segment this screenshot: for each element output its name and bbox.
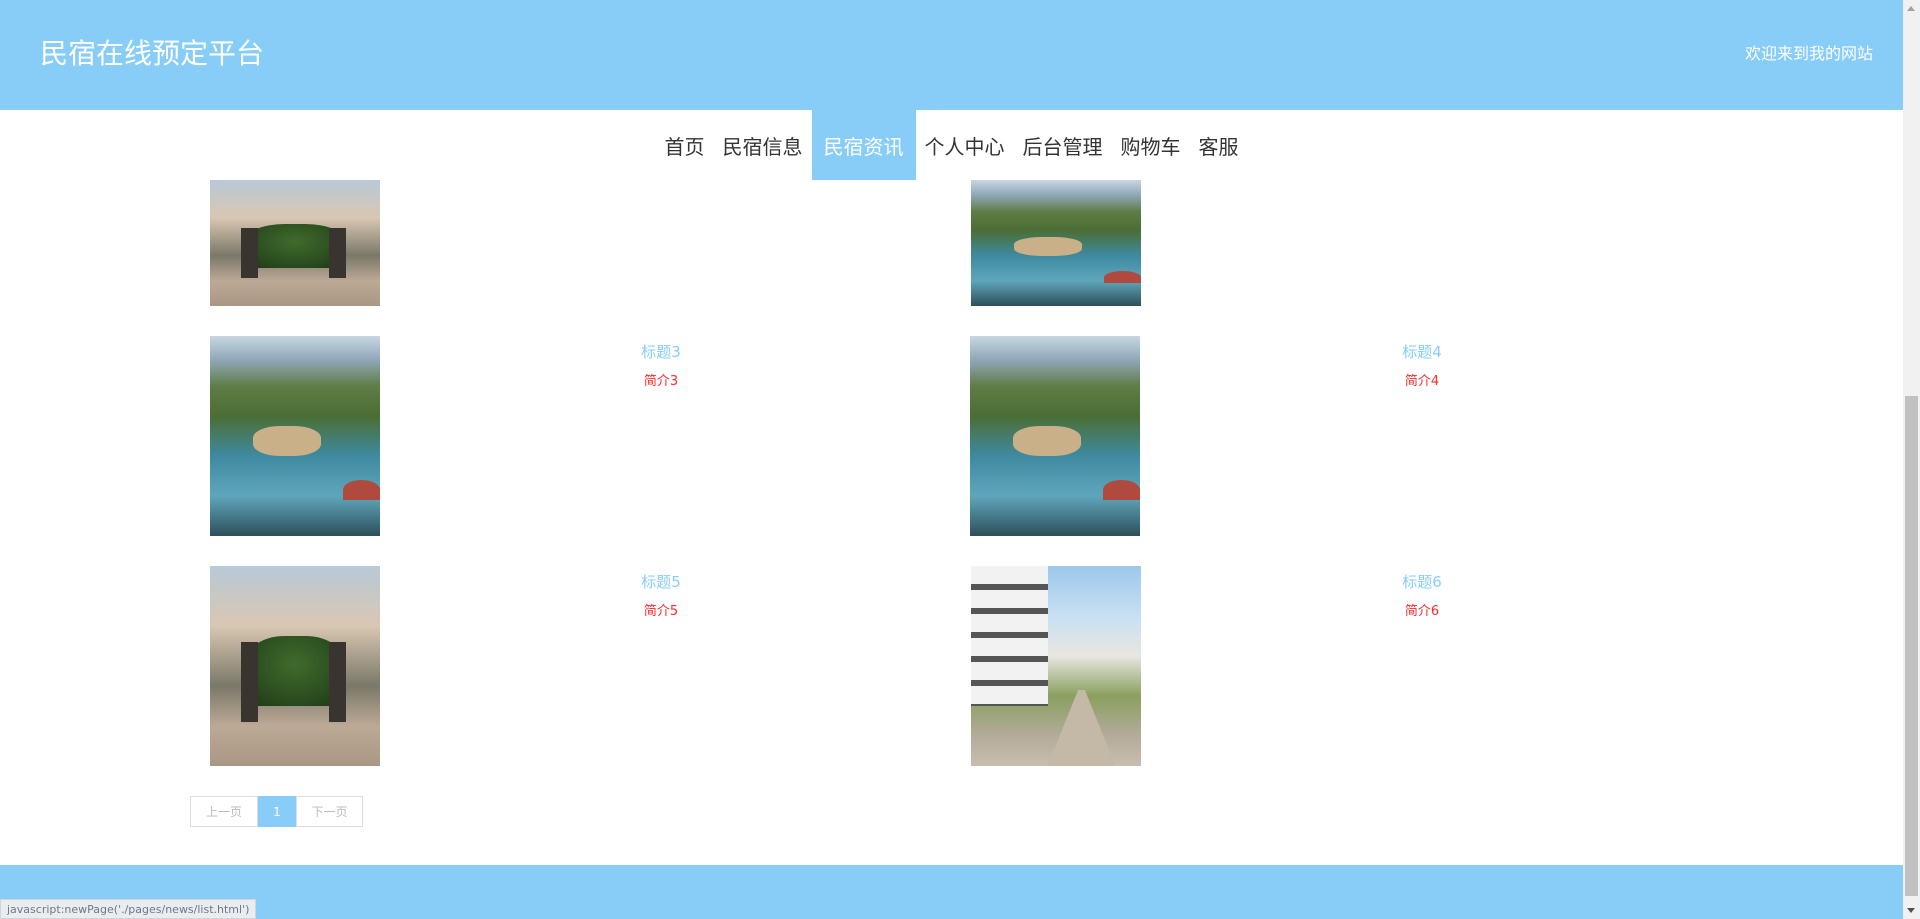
news-title-3[interactable]: 标题3	[611, 343, 711, 361]
news-title-4[interactable]: 标题4	[1372, 343, 1472, 361]
news-summary-3: 简介3	[643, 374, 679, 389]
nav-item-home[interactable]: 首页	[656, 110, 714, 180]
scroll-down-arrow-icon[interactable]	[1907, 908, 1915, 913]
news-title-6[interactable]: 标题6	[1372, 573, 1472, 591]
news-image-6[interactable]	[971, 566, 1141, 766]
next-page-button[interactable]: 下一页	[296, 796, 363, 827]
news-image-2[interactable]	[971, 180, 1141, 306]
news-image-3[interactable]	[210, 336, 380, 536]
browser-status-bar: javascript:newPage('./pages/news/list.ht…	[0, 899, 257, 919]
welcome-text: 欢迎来到我的网站	[1744, 44, 1873, 63]
nav-item-homestay-news[interactable]: 民宿资讯	[811, 110, 916, 180]
scroll-up-arrow-icon[interactable]	[1907, 6, 1915, 11]
site-header: 民宿在线预定平台 欢迎来到我的网站	[0, 0, 1903, 110]
nav-item-cart[interactable]: 购物车	[1112, 110, 1190, 180]
nav-item-homestay-info[interactable]: 民宿信息	[714, 110, 812, 180]
page-number-button[interactable]: 1	[258, 796, 296, 827]
pagination: 上一页 1 下一页	[190, 796, 363, 827]
nav-item-admin[interactable]: 后台管理	[1014, 110, 1112, 180]
vertical-scrollbar[interactable]	[1903, 0, 1920, 919]
news-image-5[interactable]	[210, 566, 380, 766]
page: 民宿在线预定平台 欢迎来到我的网站 首页 民宿信息 民宿资讯 个人中心 后台管理…	[0, 0, 1920, 919]
nav-item-customer-service[interactable]: 客服	[1190, 110, 1248, 180]
news-summary-5: 简介5	[643, 604, 679, 619]
main-nav: 首页 民宿信息 民宿资讯 个人中心 后台管理 购物车 客服	[0, 110, 1903, 180]
news-image-1[interactable]	[210, 180, 380, 306]
news-summary-4: 简介4	[1404, 374, 1440, 389]
site-title[interactable]: 民宿在线预定平台	[40, 36, 264, 72]
news-image-4[interactable]	[970, 336, 1140, 536]
scroll-thumb[interactable]	[1905, 396, 1918, 896]
news-title-5[interactable]: 标题5	[611, 573, 711, 591]
site-footer	[0, 865, 1903, 919]
nav-item-personal-center[interactable]: 个人中心	[916, 110, 1014, 180]
news-summary-6: 简介6	[1404, 604, 1440, 619]
prev-page-button[interactable]: 上一页	[190, 796, 258, 827]
